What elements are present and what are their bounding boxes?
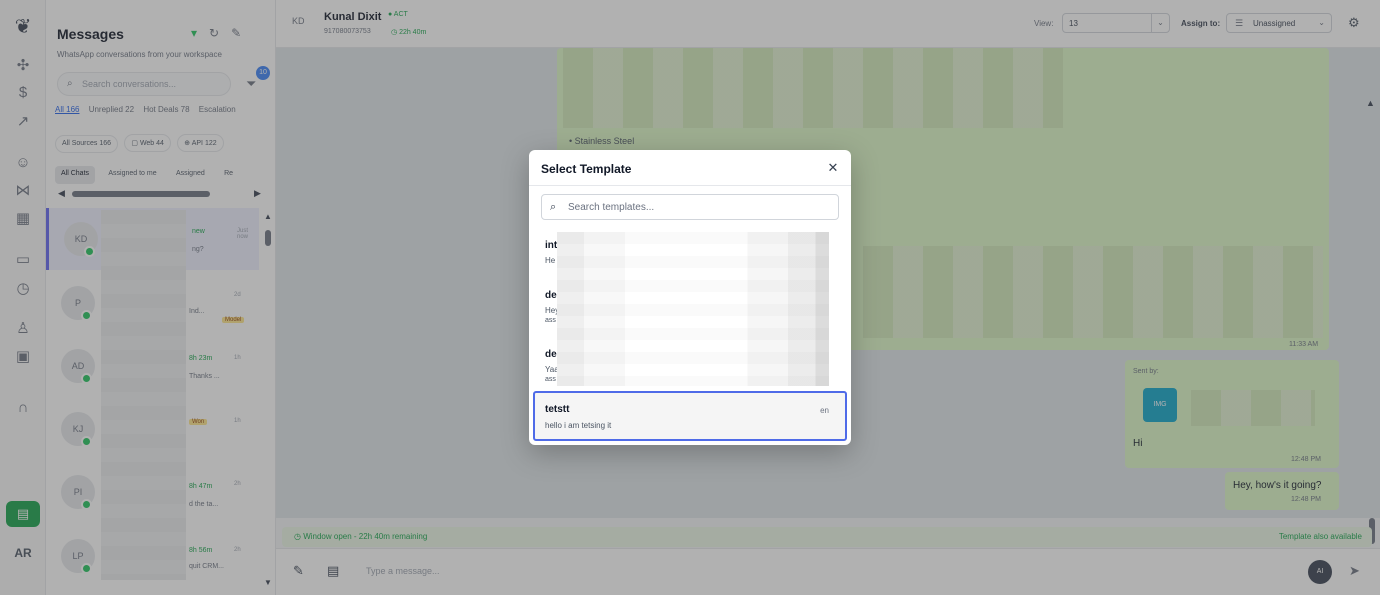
template-body: He bbox=[545, 256, 556, 265]
close-icon[interactable]: ✕ bbox=[825, 160, 841, 176]
template-name: de bbox=[545, 290, 557, 301]
template-name: int bbox=[545, 240, 558, 251]
template-search-field[interactable]: ⌕ bbox=[541, 194, 839, 220]
modal-title: Select Template bbox=[541, 162, 632, 176]
template-body-line2: ass bbox=[545, 376, 556, 383]
template-item-selected[interactable]: tetstt en hello i am tetsing it bbox=[533, 391, 847, 441]
select-template-modal: Select Template ✕ ⌕ int n He de n Hey as… bbox=[529, 150, 851, 445]
search-icon: ⌕ bbox=[550, 201, 557, 213]
redacted-template-content bbox=[557, 232, 829, 386]
template-name: de bbox=[545, 349, 557, 360]
template-language: en bbox=[820, 406, 829, 415]
template-search-input[interactable] bbox=[568, 200, 828, 215]
template-body-line2: ass bbox=[545, 317, 556, 324]
modal-divider bbox=[529, 185, 851, 186]
template-body: hello i am tetsing it bbox=[545, 421, 612, 430]
template-name: tetstt bbox=[545, 404, 570, 415]
